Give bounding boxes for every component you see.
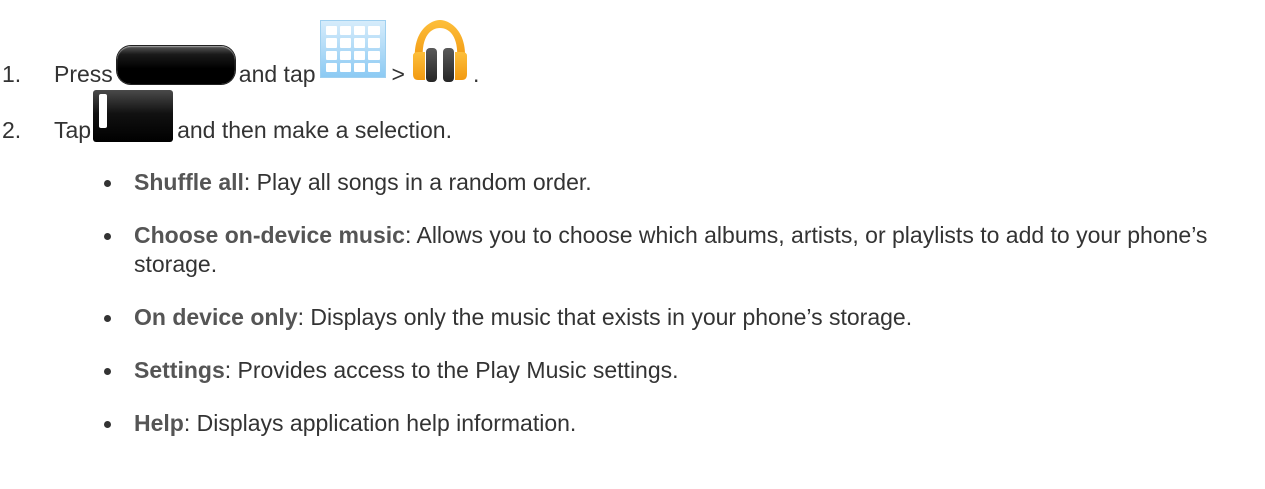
play-music-headphones-icon	[412, 20, 467, 82]
option-term: On device only	[134, 304, 298, 330]
step-text-separator: >	[391, 61, 405, 87]
list-item-choose-on-device-music: Choose on-device music: Allows you to ch…	[104, 221, 1254, 279]
bullet-icon	[104, 421, 111, 428]
option-description: : Displays only the music that exists in…	[297, 304, 913, 330]
step-text-make-selection: and then make a selection.	[177, 117, 452, 143]
option-term: Shuffle all	[134, 169, 244, 195]
list-item-settings: Settings: Provides access to the Play Mu…	[104, 356, 1254, 385]
bullet-icon	[104, 233, 111, 240]
step-number: 1.	[2, 61, 22, 87]
apps-grid-icon	[319, 20, 386, 78]
step-1: 1. Press and tap > .	[0, 20, 479, 88]
menu-options-list: Shuffle all: Play all songs in a random …	[104, 168, 1254, 462]
step-2: 2. Tap and then make a selection.	[0, 90, 452, 144]
step-text-tap: Tap	[54, 117, 92, 143]
menu-key-icon	[93, 90, 174, 142]
bullet-icon	[104, 315, 111, 322]
list-item-shuffle-all: Shuffle all: Play all songs in a random …	[104, 168, 1254, 197]
option-description: : Displays application help information.	[183, 410, 577, 436]
option-term: Help	[134, 410, 184, 436]
step-text-period: .	[472, 61, 480, 87]
bullet-icon	[104, 180, 111, 187]
home-key-icon	[116, 46, 235, 84]
step-number: 2.	[2, 117, 22, 143]
option-description: : Provides access to the Play Music sett…	[224, 357, 679, 383]
option-term: Settings	[134, 357, 225, 383]
option-description: : Play all songs in a random order.	[243, 169, 592, 195]
bullet-icon	[104, 368, 111, 375]
list-item-help: Help: Displays application help informat…	[104, 409, 1254, 438]
step-text-and-tap: and tap	[238, 61, 316, 87]
step-text-press: Press	[54, 61, 113, 87]
list-item-on-device-only: On device only: Displays only the music …	[104, 303, 1254, 332]
option-term: Choose on-device music	[134, 222, 405, 248]
